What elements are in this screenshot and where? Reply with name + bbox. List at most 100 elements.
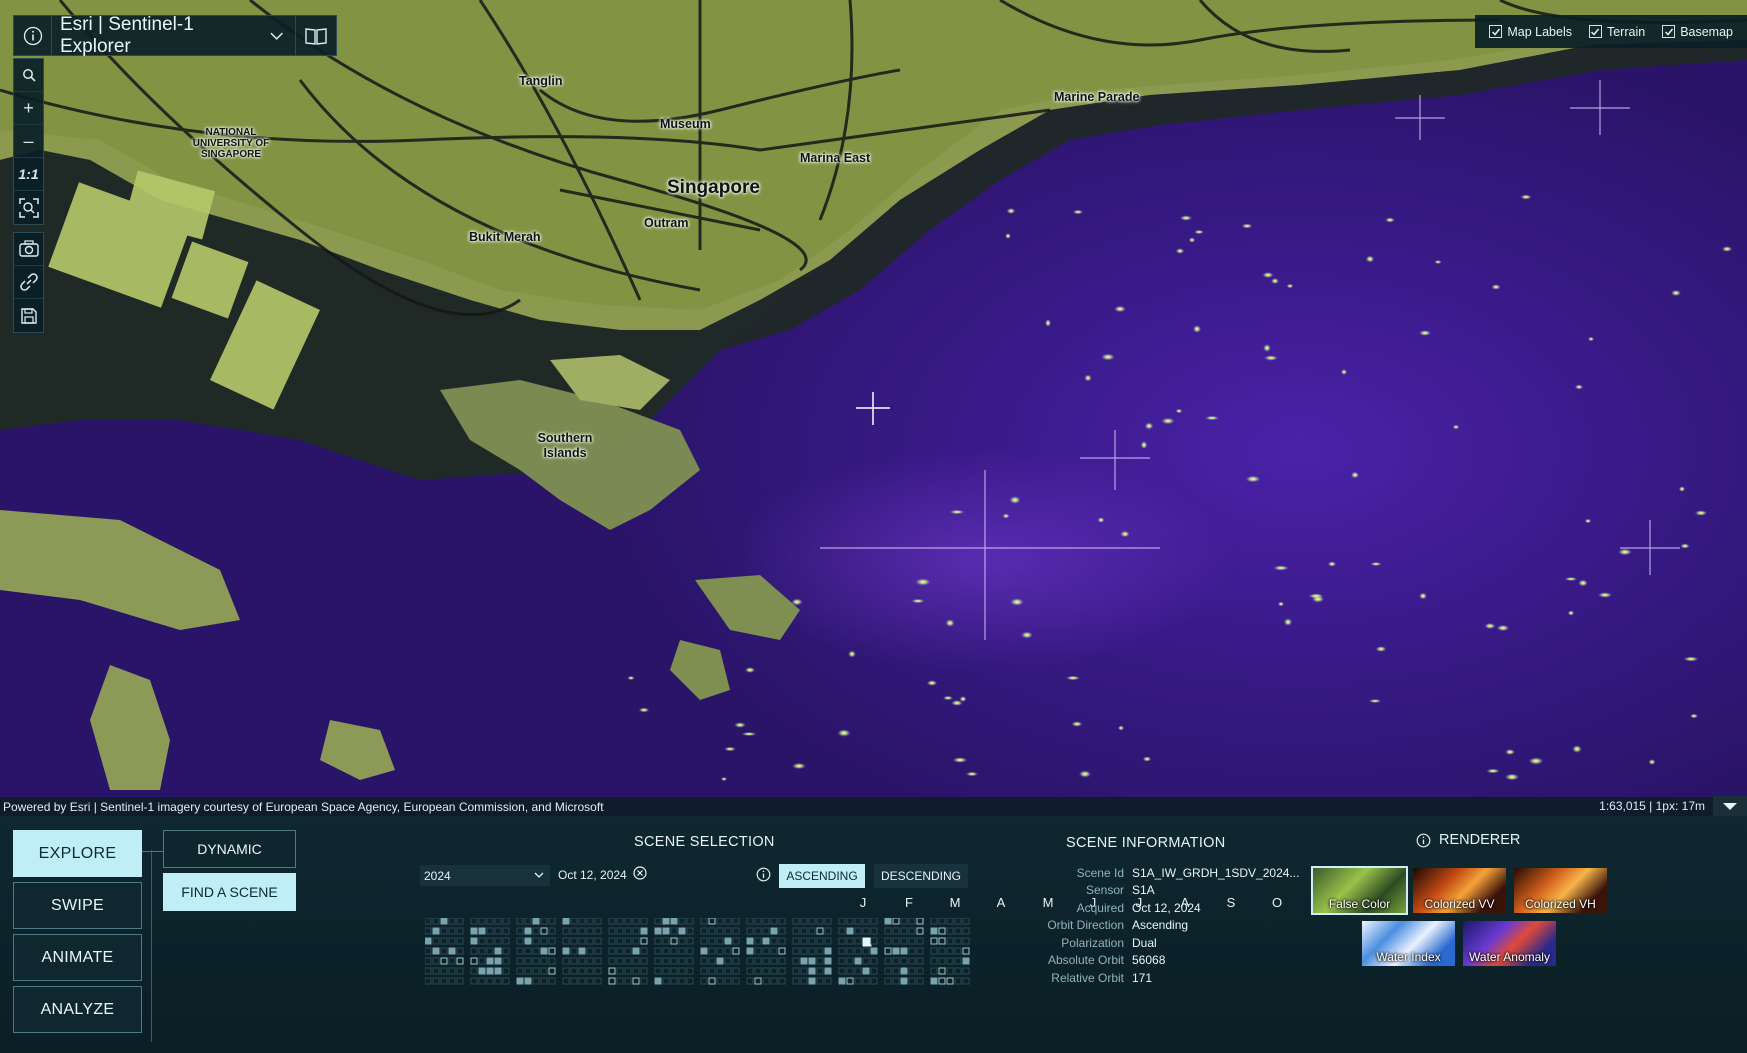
calendar-day[interactable]	[432, 957, 440, 965]
calendar-day[interactable]	[778, 927, 786, 935]
calendar-day[interactable]	[432, 977, 440, 985]
calendar-day[interactable]	[640, 977, 648, 985]
calendar-day[interactable]	[570, 937, 578, 945]
calendar-day[interactable]	[432, 947, 440, 955]
calendar-day[interactable]	[440, 937, 448, 945]
documentation-button[interactable]	[296, 16, 336, 55]
calendar-day[interactable]	[892, 957, 900, 965]
calendar-day[interactable]	[778, 957, 786, 965]
calendar-day[interactable]	[516, 927, 524, 935]
calendar-day[interactable]	[478, 927, 486, 935]
calendar-day[interactable]	[516, 957, 524, 965]
calendar-day[interactable]	[425, 967, 432, 975]
calendar-day[interactable]	[524, 977, 532, 985]
calendar-day[interactable]	[670, 967, 678, 975]
basemap-toggle[interactable]: Basemap	[1662, 25, 1733, 39]
ascending-button[interactable]: ASCENDING	[779, 864, 865, 888]
calendar-day[interactable]	[678, 918, 686, 925]
calendar-day[interactable]	[946, 977, 954, 985]
calendar-day[interactable]	[502, 947, 510, 955]
calendar-day[interactable]	[578, 947, 586, 955]
calendar-day[interactable]	[808, 957, 816, 965]
calendar-day[interactable]	[908, 918, 916, 925]
calendar-day[interactable]	[732, 937, 740, 945]
calendar-day[interactable]	[502, 918, 510, 925]
calendar-day[interactable]	[838, 967, 846, 975]
calendar-day[interactable]	[494, 977, 502, 985]
calendar-day[interactable]	[456, 918, 464, 925]
calendar-day[interactable]	[708, 918, 716, 925]
calendar-day[interactable]	[662, 977, 670, 985]
calendar-day[interactable]	[824, 957, 832, 965]
calendar-day[interactable]	[808, 977, 816, 985]
calendar-day[interactable]	[884, 927, 892, 935]
calendar-day[interactable]	[792, 977, 800, 985]
calendar-day[interactable]	[678, 947, 686, 955]
calendar-day[interactable]	[608, 977, 616, 985]
calendar-day[interactable]	[846, 977, 854, 985]
calendar-day[interactable]	[716, 947, 724, 955]
calendar-day[interactable]	[654, 947, 662, 955]
calendar-day[interactable]	[686, 947, 694, 955]
calendar-day[interactable]	[548, 927, 556, 935]
calendar-day[interactable]	[570, 927, 578, 935]
calendar-day[interactable]	[808, 937, 816, 945]
calendar-day[interactable]	[594, 947, 602, 955]
calendar-day[interactable]	[548, 937, 556, 945]
calendar-day[interactable]	[816, 937, 824, 945]
calendar-day[interactable]	[524, 947, 532, 955]
calendar-day[interactable]	[732, 947, 740, 955]
calendar-day[interactable]	[916, 977, 924, 985]
calendar-day[interactable]	[954, 977, 962, 985]
calendar-day[interactable]	[470, 937, 478, 945]
calendar-day[interactable]	[594, 927, 602, 935]
calendar-day[interactable]	[824, 937, 832, 945]
calendar-day[interactable]	[854, 967, 862, 975]
calendar-day[interactable]	[654, 927, 662, 935]
calendar-day[interactable]	[892, 947, 900, 955]
calendar-day[interactable]	[862, 927, 870, 935]
calendar-day[interactable]	[578, 927, 586, 935]
calendar-day[interactable]	[838, 927, 846, 935]
calendar-day[interactable]	[862, 918, 870, 925]
calendar-day[interactable]	[562, 927, 570, 935]
calendar-day[interactable]	[908, 947, 916, 955]
calendar-day[interactable]	[594, 957, 602, 965]
calendar-day[interactable]	[716, 927, 724, 935]
calendar-day[interactable]	[908, 967, 916, 975]
calendar-day[interactable]	[792, 967, 800, 975]
calendar-day[interactable]	[938, 977, 946, 985]
calendar-day[interactable]	[478, 937, 486, 945]
calendar-day[interactable]	[884, 967, 892, 975]
mode-swipe-button[interactable]: SWIPE	[13, 882, 142, 929]
calendar-day[interactable]	[846, 937, 854, 945]
calendar-day[interactable]	[746, 918, 754, 925]
calendar-day[interactable]	[754, 937, 762, 945]
calendar-day[interactable]	[686, 977, 694, 985]
calendar-day[interactable]	[425, 977, 432, 985]
calendar-day[interactable]	[778, 947, 786, 955]
calendar-day[interactable]	[800, 937, 808, 945]
calendar-day[interactable]	[746, 967, 754, 975]
calendar-day[interactable]	[762, 927, 770, 935]
calendar-day[interactable]	[486, 927, 494, 935]
calendar-day[interactable]	[724, 937, 732, 945]
calendar-day[interactable]	[425, 947, 432, 955]
calendar-day[interactable]	[930, 937, 938, 945]
calendar-day[interactable]	[724, 967, 732, 975]
calendar-day[interactable]	[862, 947, 870, 955]
calendar-day[interactable]	[754, 957, 762, 965]
calendar-day[interactable]	[448, 967, 456, 975]
calendar-day[interactable]	[586, 947, 594, 955]
info-icon[interactable]	[1416, 833, 1431, 848]
calendar-day[interactable]	[470, 967, 478, 975]
calendar-day[interactable]	[632, 957, 640, 965]
calendar-day[interactable]	[502, 967, 510, 975]
renderer-colorized-vh-tile[interactable]: Colorized VH	[1514, 868, 1607, 913]
calendar-day[interactable]	[686, 927, 694, 935]
calendar-day[interactable]	[908, 957, 916, 965]
calendar-day[interactable]	[930, 918, 938, 925]
calendar-day[interactable]	[716, 957, 724, 965]
calendar-day[interactable]	[594, 918, 602, 925]
calendar-day[interactable]	[884, 957, 892, 965]
